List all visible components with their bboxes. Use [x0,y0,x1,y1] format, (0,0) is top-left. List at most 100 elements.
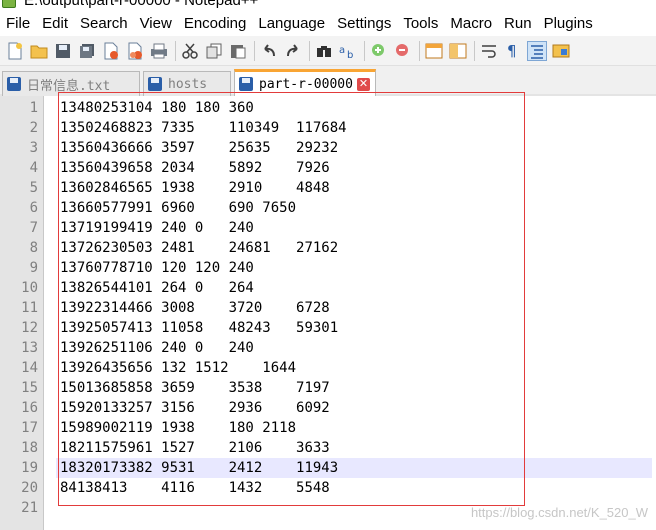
line-number: 3 [29,140,38,156]
text-line[interactable]: 13502468823 7335 110349 117684 [60,118,656,138]
tab-label: 日常信息.txt [27,78,111,94]
line-number-gutter: 1 2 3 4 5 6 7 8 9 10 11 12 13 14 15 16 17 18 19 20 21 [0,96,44,530]
svg-text:b: b [347,50,353,59]
title-bar: E:\output\part-r-00000 - Notepad++ [0,0,656,10]
close-all-icon[interactable] [125,41,145,61]
text-line[interactable]: 18320173382 9531 2412 11943 [56,458,652,478]
save-all-icon[interactable] [77,41,97,61]
saved-file-icon [7,77,21,91]
toolbar-separator [474,40,475,61]
zoom-in-icon[interactable] [369,41,389,61]
text-line[interactable]: 15989002119 1938 180 2118 [60,418,656,438]
line-number: 17 [21,420,38,436]
text-line[interactable]: 13760778710 120 120 240 [60,258,656,278]
line-number: 12 [21,320,38,336]
indent-guide-icon[interactable] [527,40,547,61]
menu-edit[interactable]: Edit [42,15,68,32]
open-file-icon[interactable] [29,41,49,61]
tab-label: part-r-00000 [259,76,353,92]
menu-tools[interactable]: Tools [403,15,438,32]
paste-icon[interactable] [228,41,248,61]
close-icon[interactable] [101,41,121,61]
toolbar-separator [419,40,420,61]
toolbar-separator [254,40,255,61]
sync-horizontal-icon[interactable] [448,41,468,61]
notepadpp-logo-icon [2,0,16,8]
tab-bar: 日常信息.txt hosts part-r-00000 ✕ [0,66,656,96]
cut-icon[interactable] [180,41,200,61]
tab-daily-info[interactable]: 日常信息.txt [2,71,140,96]
print-icon[interactable] [149,41,169,61]
menu-language[interactable]: Language [258,15,325,32]
saved-file-icon [239,77,253,91]
new-file-icon[interactable] [5,41,25,61]
window-title: E:\output\part-r-00000 - Notepad++ [24,0,259,9]
user-lang-icon[interactable] [551,41,571,61]
tab-hosts[interactable]: hosts [143,71,231,96]
close-tab-icon[interactable]: ✕ [356,77,370,91]
line-number: 16 [21,400,38,416]
toolbar-separator [175,40,176,61]
line-number: 9 [29,260,38,276]
menu-search[interactable]: Search [80,15,128,32]
toolbar-separator [364,40,365,61]
text-line[interactable]: 13719199419 240 0 240 [60,218,656,238]
line-number: 6 [29,200,38,216]
menu-encoding[interactable]: Encoding [184,15,247,32]
text-line[interactable]: 15013685858 3659 3538 7197 [60,378,656,398]
text-line[interactable]: 13726230503 2481 24681 27162 [60,238,656,258]
menu-settings[interactable]: Settings [337,15,391,32]
menu-macro[interactable]: Macro [450,15,492,32]
menu-plugins[interactable]: Plugins [544,15,593,32]
text-line[interactable]: 84138413 4116 1432 5548 [60,478,656,498]
line-number: 1 [29,100,38,116]
sync-vertical-icon[interactable] [424,41,444,61]
editor-area[interactable]: 1 2 3 4 5 6 7 8 9 10 11 12 13 14 15 16 17 18 19 20 21 134802… [0,96,656,530]
text-line[interactable]: 13660577991 6960 690 7650 [60,198,656,218]
undo-icon[interactable] [259,41,279,61]
copy-icon[interactable] [204,41,224,61]
text-line[interactable]: 13602846565 1938 2910 4848 [60,178,656,198]
toolbar-separator [309,40,310,61]
watermark: https://blog.csdn.net/K_520_W [470,505,648,520]
show-all-chars-icon[interactable]: ¶ [503,41,523,61]
text-line[interactable]: 15920133257 3156 2936 6092 [60,398,656,418]
line-number: 5 [29,180,38,196]
redo-icon[interactable] [283,41,303,61]
text-line[interactable]: 13922314466 3008 3720 6728 [60,298,656,318]
saved-file-icon [148,77,162,91]
text-line[interactable]: 13560439658 2034 5892 7926 [60,158,656,178]
text-line[interactable]: 13926251106 240 0 240 [60,338,656,358]
text-line[interactable]: 13480253104 180 180 360 [60,98,656,118]
replace-icon[interactable]: ab [338,41,358,61]
text-line[interactable]: 13560436666 3597 25635 29232 [60,138,656,158]
text-line[interactable]: 18211575961 1527 2106 3633 [60,438,656,458]
menu-view[interactable]: View [140,15,172,32]
text-line[interactable]: 13926435656 132 1512 1644 [60,358,656,378]
line-number: 4 [29,160,38,176]
menu-run[interactable]: Run [504,15,532,32]
menu-file[interactable]: File [6,15,30,32]
line-number: 7 [29,220,38,236]
word-wrap-icon[interactable] [479,41,499,61]
line-number: 13 [21,340,38,356]
text-line[interactable]: 13826544101 264 0 264 [60,278,656,298]
save-icon[interactable] [53,41,73,61]
tab-part-r-00000[interactable]: part-r-00000 ✕ [234,69,376,96]
svg-text:a: a [339,45,345,56]
svg-text:¶: ¶ [507,43,517,59]
text-line[interactable]: 13925057413 11058 48243 59301 [60,318,656,338]
line-number: 2 [29,120,38,136]
toolbar: ab ¶ [0,36,656,66]
line-number: 10 [21,280,38,296]
fold-margin [44,96,56,530]
line-number: 11 [21,300,38,316]
find-icon[interactable] [314,41,334,61]
zoom-out-icon[interactable] [393,41,413,61]
line-number: 20 [21,480,38,496]
line-number: 15 [21,380,38,396]
line-number: 14 [21,360,38,376]
line-number: 19 [21,460,38,476]
line-number: 8 [29,240,38,256]
line-number: 18 [21,440,38,456]
